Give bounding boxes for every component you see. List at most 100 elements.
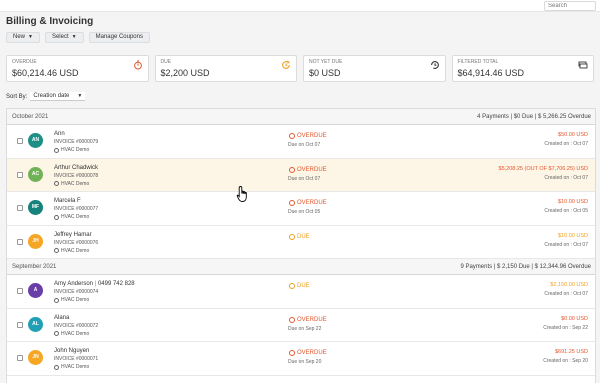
customer-name[interactable]: Arthur Chadwick <box>54 165 98 171</box>
new-button-label: New <box>13 34 26 40</box>
money-stack-icon <box>578 60 588 70</box>
site-name: HVAC Demo <box>61 330 90 337</box>
month-summary: 9 Payments | $ 2,150 Due | $ 12,344.96 O… <box>460 264 591 270</box>
toolbar: New ▼ Select ▼ Manage Coupons <box>6 32 150 43</box>
manage-coupons-button[interactable]: Manage Coupons <box>88 32 150 43</box>
customer-phone: 0499 742 828 <box>97 281 135 287</box>
month-header: September 2021 9 Payments | $ 2,150 Due |… <box>7 259 595 275</box>
card-value: $60,214.46 USD <box>12 68 79 78</box>
status-text: OVERDUE <box>297 166 327 173</box>
due-date: Due on Oct 07 <box>288 142 321 148</box>
invoice-row[interactable]: AC Arthur Chadwick INVOICE #0000078 HVAC De… <box>7 158 595 192</box>
customer-name-text: Jeffrey Hamar <box>54 231 92 238</box>
created-date: Created on : Oct 07 <box>544 241 588 248</box>
card-value: $0 USD <box>309 68 341 78</box>
select-button[interactable]: Select ▼ <box>44 32 84 43</box>
invoice-row[interactable]: MF Marcela F INVOICE #0000077 HVAC Demo OVER… <box>7 192 595 226</box>
invoice-row[interactable]: A Amy Anderson | 0499 742 828 INVOICE #000… <box>7 275 595 309</box>
overdue-card[interactable]: OVERDUE $60,214.46 USD <box>6 55 149 82</box>
invoice-list: October 2021 4 Payments | $0 Due | $ 5,26… <box>6 108 596 383</box>
not-yet-due-card[interactable]: NOT YET DUE $0 USD <box>303 55 446 82</box>
invoice-amount: $5,208.25 (OUT OF $7,706.25) USD <box>498 165 588 172</box>
month-name: September 2021 <box>12 264 57 270</box>
invoice-number: INVOICE #0000076 <box>54 239 99 246</box>
sort-value: Creation date <box>33 93 70 99</box>
row-checkbox[interactable] <box>17 205 23 211</box>
site-name: HVAC Demo <box>61 297 90 303</box>
avatar: A <box>28 283 43 298</box>
invoice-number: INVOICE #0000078 <box>54 172 99 179</box>
chevron-down-icon: ▼ <box>71 34 77 40</box>
status-badge: OVERDUE <box>289 316 327 323</box>
due-date: Due on Sep 22 <box>288 325 322 332</box>
row-checkbox[interactable] <box>17 138 23 144</box>
invoice-number: INVOICE #0000079 <box>54 139 99 145</box>
invoice-row[interactable]: JN John Nguyen INVOICE #0000071 HVAC Demo OV… <box>7 342 595 376</box>
page-title: Billing & Invoicing <box>6 16 94 27</box>
filtered-total-card[interactable]: FILTERED TOTAL $64,914.46 USD <box>451 55 594 82</box>
due-date: Due on Oct 07 <box>288 175 321 182</box>
select-button-label: Select <box>51 34 69 40</box>
chevron-down-icon: ▼ <box>28 34 33 40</box>
customer-name-text: John Nguyen <box>54 348 90 354</box>
stopwatch-icon <box>289 316 295 323</box>
status-text: DUE <box>297 283 310 289</box>
customer-name[interactable]: Jeffrey Hamar <box>54 232 92 238</box>
customer-name[interactable]: Alana <box>54 315 69 321</box>
customer-name[interactable]: Amy Anderson | 0499 742 828 <box>54 281 135 287</box>
search-input[interactable] <box>544 1 596 11</box>
invoice-amount: $50.00 USD <box>558 132 588 138</box>
site-label: HVAC Demo <box>54 331 89 337</box>
invoice-number: INVOICE #0000072 <box>54 322 99 329</box>
status-badge: OVERDUE <box>289 200 327 206</box>
invoice-amount: $10.00 USD <box>558 199 588 205</box>
invoice-row[interactable]: AN Ann INVOICE #0000079 HVAC Demo OVERDUE Due… <box>7 125 595 159</box>
customer-name-text: Amy Anderson <box>54 281 94 287</box>
invoice-number: INVOICE #0000077 <box>54 206 99 212</box>
month-name: October 2021 <box>12 114 49 120</box>
invoice-row[interactable]: AL Alana INVOICE #0000072 HVAC Demo OVERDUE D… <box>7 308 595 342</box>
due-date: Due on Sep 20 <box>288 359 322 365</box>
avatar: AN <box>28 133 43 148</box>
invoice-amount: $2,150.00 USD <box>550 282 588 288</box>
customer-name-text: Alana <box>54 314 70 321</box>
customer-name[interactable]: John Nguyen <box>54 348 89 354</box>
location-icon <box>54 181 59 186</box>
status-badge: DUE <box>289 233 310 240</box>
location-icon <box>54 248 59 253</box>
sort-label: Sort By: <box>6 93 28 100</box>
clock-arrow-icon <box>281 60 291 70</box>
location-icon <box>54 331 59 336</box>
clock-arrow-icon <box>289 283 295 289</box>
new-button[interactable]: New ▼ <box>6 32 40 43</box>
created-date: Created on : Oct 07 <box>544 174 588 181</box>
card-label: FILTERED TOTAL <box>457 59 499 65</box>
site-name: HVAC Demo <box>61 147 90 153</box>
site-label: HVAC Demo <box>54 147 89 153</box>
row-checkbox[interactable] <box>17 321 23 328</box>
due-date: Due on Oct 05 <box>288 209 321 215</box>
month-summary: 4 Payments | $0 Due | $ 5,266.25 Overdue <box>477 114 591 120</box>
invoice-row[interactable]: JH Jeffrey Hamar INVOICE #0000076 HVAC Demo… <box>7 225 595 259</box>
card-label: DUE <box>160 59 172 65</box>
invoice-number: INVOICE #0000074 <box>54 289 99 295</box>
row-checkbox[interactable] <box>17 171 23 178</box>
location-icon <box>54 297 59 303</box>
clock-arrow-icon <box>289 233 295 240</box>
status-text: OVERDUE <box>297 133 327 139</box>
row-checkbox[interactable] <box>17 355 23 361</box>
site-name: HVAC Demo <box>61 214 90 220</box>
due-card[interactable]: DUE $2,200 USD <box>154 55 297 82</box>
stopwatch-icon <box>289 166 295 173</box>
customer-name[interactable]: Marcela F <box>54 198 81 204</box>
card-label: NOT YET DUE <box>309 59 343 65</box>
customer-name[interactable]: Ann <box>54 131 65 137</box>
invoice-number: INVOICE #0000071 <box>54 356 99 362</box>
row-checkbox[interactable] <box>17 238 23 245</box>
invoice-amount: $10.00 USD <box>558 232 588 239</box>
row-checkbox[interactable] <box>17 288 23 294</box>
card-value: $64,914.46 USD <box>457 68 525 78</box>
status-text: OVERDUE <box>297 316 327 323</box>
status-badge: OVERDUE <box>289 166 327 173</box>
sort-select[interactable]: Creation date ▼ <box>30 92 86 101</box>
